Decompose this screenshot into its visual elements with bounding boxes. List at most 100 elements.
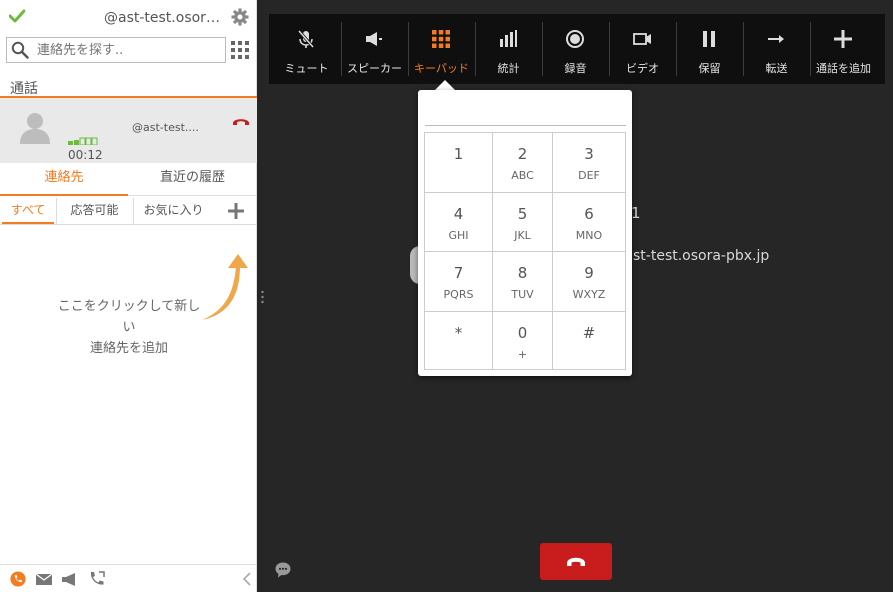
pause-icon [703,31,715,47]
hint-arrow-icon [202,254,248,320]
mute-label: ミュート [284,62,329,75]
key-digit: 3 [584,145,594,163]
calls-header: 通話 [10,81,38,97]
key-letters: MNO [575,229,603,242]
key-letters: ABC [511,169,534,182]
hold-button[interactable]: 保留 [676,14,743,84]
online-check-icon[interactable] [9,8,25,24]
avatar-icon [20,113,50,144]
resize-handle-icon[interactable] [261,290,264,304]
key-letters: PQRS [443,288,474,301]
subtab-available[interactable]: 応答可能 [56,198,132,224]
keypad-button[interactable]: キーパッド [408,14,475,84]
key-star[interactable]: * [425,312,493,369]
key-digit: * [454,324,463,342]
key-letters: TUV [511,288,534,301]
key-4[interactable]: 4 GHI [425,193,493,252]
record-label: 録音 [564,62,587,75]
hangup-icon [567,557,585,566]
collapse-left-icon[interactable] [238,571,256,587]
key-hash[interactable]: # [553,312,625,369]
key-8[interactable]: 8 TUV [493,252,553,312]
mic-off-icon [297,30,315,48]
subtab-all[interactable]: すべて [2,198,54,224]
key-6[interactable]: 6 MNO [553,193,625,252]
call-toolbar: ミュート スピーカー キーパッド 統計 録音 ビデオ 保留 転送 通話を追加 [269,14,885,84]
signal-strength-icon [68,137,98,145]
search-input[interactable] [37,40,222,60]
key-digit: 8 [517,264,528,282]
key-letters: JKL [514,229,531,242]
key-3[interactable]: 3 DEF [553,133,625,193]
video-button[interactable]: ビデオ [609,14,676,84]
key-letters: + [517,348,528,361]
stats-button[interactable]: 統計 [475,14,542,84]
hint-line-1: ここをクリックして新しい [57,299,201,335]
key-digit: 7 [453,264,464,282]
key-digit: 9 [584,264,594,282]
hold-label: 保留 [698,62,721,75]
key-digit: 1 [453,145,464,163]
contact-filter-tabs: すべて 応答可能 お気に入り [0,198,257,224]
gear-icon[interactable] [231,8,249,26]
add-contact-hint: ここをクリックして新しい 連絡先を追加 [54,296,204,359]
bottom-bar [0,564,257,592]
call-timer: 00:12 [68,148,103,162]
video-icon [633,33,651,45]
peer-name-partial: 1 [631,204,641,222]
dialpad-grid-icon[interactable] [231,41,249,59]
active-call-item[interactable] [0,98,257,163]
search-box[interactable] [6,37,226,63]
record-button[interactable]: 録音 [542,14,609,84]
transfer-label: 転送 [765,62,788,75]
sidebar: @ast-test.osora... 連絡先を探す.. 通話 00:12 @as… [0,0,257,592]
key-letters: GHI [448,229,469,242]
subtab-favorites[interactable]: お気に入り [133,198,213,224]
key-digit: # [582,324,596,342]
speaker-icon [366,32,382,46]
stats-icon [500,30,517,47]
key-1[interactable]: 1 [425,133,493,193]
phone-forward-icon[interactable] [88,571,106,587]
key-digit: 4 [453,205,464,223]
key-7[interactable]: 7 PQRS [425,252,493,312]
hangup-icon[interactable] [232,116,250,126]
chat-icon[interactable] [274,561,292,579]
hangup-button[interactable] [540,543,612,580]
stats-label: 統計 [497,62,520,75]
mail-icon[interactable] [35,571,53,587]
key-9[interactable]: 9 WXYZ [553,252,625,312]
transfer-button[interactable]: 転送 [743,14,810,84]
key-0[interactable]: 0 + [493,312,553,369]
transfer-icon [768,35,784,43]
keypad-icon [432,30,450,48]
record-icon [566,30,584,48]
add-call-button[interactable]: 通話を追加 [810,14,877,84]
phone-icon[interactable] [9,571,27,587]
video-label: ビデオ [626,62,659,75]
add-call-label: 通話を追加 [816,62,871,75]
key-2[interactable]: 2 ABC [493,133,553,193]
keypad-display[interactable] [425,98,626,126]
hint-line-2: 連絡先を追加 [89,341,168,356]
megaphone-icon[interactable] [61,571,79,587]
mute-button[interactable]: ミュート [273,14,340,84]
key-digit: 6 [584,205,594,223]
key-letters: DEF [578,169,600,182]
key-digit: 2 [517,145,528,163]
divider [0,224,257,225]
account-bar: @ast-test.osora... [0,0,257,34]
tab-recent-history[interactable]: 直近の履歴 [128,163,257,196]
account-name: @ast-test.osora... [104,10,226,26]
peer-address-partial: st-test.osora-pbx.jp [633,248,770,264]
speaker-label: スピーカー [347,62,402,75]
tab-contacts[interactable]: 連絡先 [0,163,128,196]
contact-tabs: 連絡先 直近の履歴 [0,163,257,196]
keypad-grid: 1 2 ABC 3 DEF 4 GHI 5 JKL 6 MNO 7 PQRS 8 TUV 9 W… [424,132,626,370]
key-5[interactable]: 5 JKL [493,193,553,252]
add-contact-plus-icon[interactable] [224,199,248,223]
speaker-button[interactable]: スピーカー [341,14,408,84]
keypad-label: キーパッド [414,62,469,75]
key-digit: 5 [517,205,528,223]
call-peer-name: @ast-test.... [132,121,199,134]
